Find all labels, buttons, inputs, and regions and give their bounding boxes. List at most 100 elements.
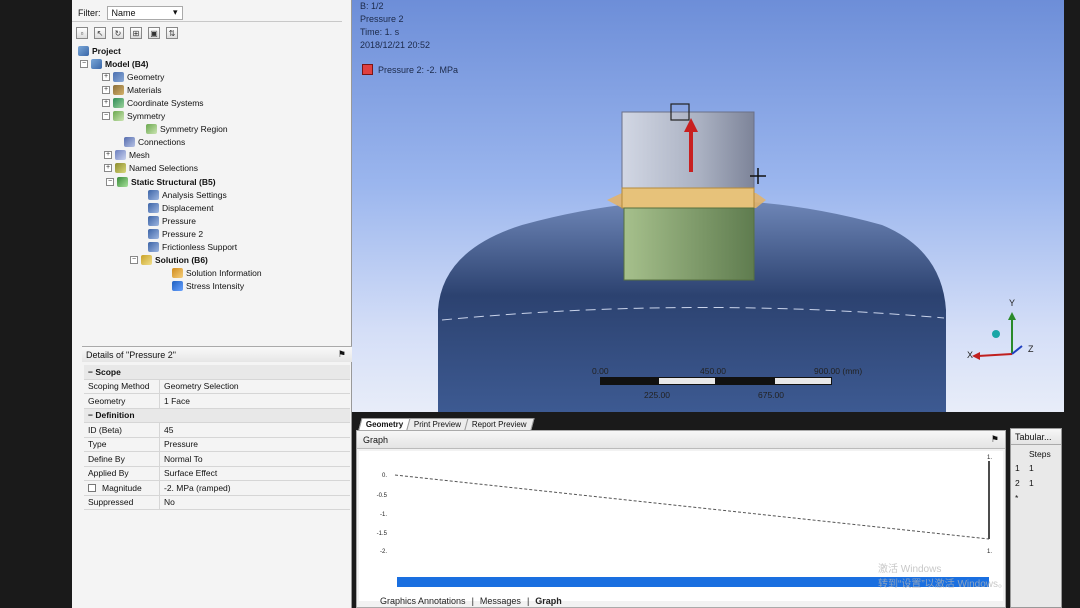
nozzle-lower[interactable] [623,207,755,281]
tabular-row-index: 1 [1015,463,1020,473]
details-row-id[interactable]: ID (Beta) 45 [84,423,350,438]
tree-item-materials[interactable]: + Materials [102,83,161,96]
collapse-icon[interactable]: − [130,255,138,264]
analysis-settings-icon [148,189,159,200]
tree-item-connections[interactable]: Connections [124,135,185,148]
tree-item-mesh[interactable]: + Mesh [104,148,150,161]
outline-panel: Filter: Name ▾ ▫ ↖ ↻ ⊞ ▣ ⇅ Project − Mod… [72,0,352,608]
image-icon[interactable]: ▣ [148,27,160,39]
y-tick-0: 0. [382,473,387,479]
axis-x-label: X [967,350,973,360]
tab-messages[interactable]: Messages [480,596,521,606]
frictionless-support-icon [148,241,159,252]
tabular-row-index: * [1015,493,1019,503]
details-header: Details of "Pressure 2" ⚑ [82,346,352,362]
collapse-icon[interactable]: − [106,177,114,186]
solution-icon [141,254,152,265]
selected-face[interactable] [621,187,755,209]
details-section-scope[interactable]: − Scope [84,365,350,380]
axis-z-label: Z [1028,344,1034,354]
materials-icon [113,84,124,95]
triad-axes[interactable]: Y X Z [967,298,1034,360]
tab-print-preview[interactable]: Print Preview [406,418,470,430]
expand-all-icon[interactable]: ⊞ [130,27,142,39]
tabular-header: Steps [1029,449,1051,459]
scale-bar: 0.00 450.00 900.00 (mm) 225.00 675.00 [592,366,882,406]
collapse-icon[interactable]: − [80,59,88,68]
tree-item-pressure-2[interactable]: Pressure 2 [148,227,203,240]
tree-item-symmetry[interactable]: − Symmetry [102,109,165,122]
details-row-define-by[interactable]: Define By Normal To [84,452,350,467]
tab-graphics-annotations[interactable]: Graphics Annotations [380,596,466,606]
y-tick-neg1-5: -1.5 [377,531,388,537]
scale-tick-900: 900.00 (mm) [814,366,863,376]
view-tabs: Geometry Print Preview Report Preview [358,418,535,430]
outline-toolbar: ▫ ↖ ↻ ⊞ ▣ ⇅ [76,24,178,42]
sort-icon[interactable]: ⇅ [166,27,178,39]
activation-watermark: 激活 Windows 转到“设置”以激活 Windows。 [878,564,1009,590]
graphics-viewport[interactable]: B: 1/2 Pressure 2 Time: 1. s 2018/12/21 … [352,0,1064,412]
static-structural-icon [117,176,128,187]
pin-icon[interactable]: ⚑ [991,434,999,445]
expand-icon[interactable]: + [102,98,110,107]
tree-item-analysis-settings[interactable]: Analysis Settings [148,188,227,201]
parameter-checkbox[interactable] [88,483,96,492]
details-title: Details of "Pressure 2" [86,349,176,360]
tree-item-displacement[interactable]: Displacement [148,201,214,214]
scale-tick-0: 0.00 [592,366,609,376]
tree-item-symmetry-region[interactable]: Symmetry Region [146,122,228,135]
details-row-suppressed[interactable]: Suppressed No [84,495,350,510]
graph-title: Graph [363,434,389,445]
y-tick-neg1: -1. [380,512,387,518]
series-line [394,474,990,540]
pressure-icon [148,215,159,226]
filter-select[interactable]: Name ▾ [106,5,183,20]
details-row-type[interactable]: Type Pressure [84,437,350,452]
tree-item-geometry[interactable]: + Geometry [102,70,164,83]
model-geometry[interactable]: Y X Z [352,0,1064,412]
symmetry-region-icon [146,123,157,134]
tree-item-project[interactable]: Project [78,44,121,57]
geometry-icon [113,71,124,82]
tab-report-preview[interactable]: Report Preview [464,418,535,430]
section-toggle-icon[interactable]: − [88,410,93,420]
pin-icon[interactable]: ⚑ [338,349,346,360]
tree-item-frictionless-support[interactable]: Frictionless Support [148,240,237,253]
collapse-icon[interactable]: − [102,111,110,120]
details-row-applied-by[interactable]: Applied By Surface Effect [84,466,350,481]
tree-item-coordinate-systems[interactable]: + Coordinate Systems [102,96,204,109]
expand-icon[interactable]: + [104,163,112,172]
tree-item-static-structural[interactable]: − Static Structural (B5) [106,175,216,188]
tree-item-solution[interactable]: − Solution (B6) [130,253,208,266]
project-icon [78,45,89,56]
refresh-icon[interactable]: ↻ [112,27,124,39]
pressure-2-icon [148,228,159,239]
tabular-cell[interactable]: 1 [1029,478,1034,488]
model-icon [91,58,102,69]
displacement-icon [148,202,159,213]
scale-tick-225: 225.00 [644,390,670,400]
expand-icon[interactable]: + [102,85,110,94]
expand-icon[interactable]: + [104,150,112,159]
tree-item-named-selections[interactable]: + Named Selections [104,161,198,174]
tabular-cell[interactable]: 1 [1029,463,1034,473]
tree-item-stress-intensity[interactable]: Stress Intensity [172,279,244,292]
new-icon[interactable]: ▫ [76,27,88,39]
y-tick-neg0-5: -0.5 [377,493,388,499]
x-end-top: 1. [987,455,992,461]
details-row-magnitude[interactable]: Magnitude -2. MPa (ramped) [84,481,350,496]
tree-item-pressure[interactable]: Pressure [148,214,196,227]
tabular-row-index: 2 [1015,478,1020,488]
symmetry-icon [113,110,124,121]
filter-label: Filter: [78,7,101,18]
details-row-geometry[interactable]: Geometry 1 Face [84,394,350,409]
details-section-definition[interactable]: − Definition [84,408,350,423]
tab-geometry[interactable]: Geometry [358,418,411,430]
details-row-scoping-method[interactable]: Scoping Method Geometry Selection [84,379,350,394]
tree-item-solution-information[interactable]: Solution Information [172,266,262,279]
tab-graph[interactable]: Graph [535,596,562,606]
select-icon[interactable]: ↖ [94,27,106,39]
tree-item-model[interactable]: − Model (B4) [80,57,148,70]
section-toggle-icon[interactable]: − [88,367,93,377]
expand-icon[interactable]: + [102,72,110,81]
